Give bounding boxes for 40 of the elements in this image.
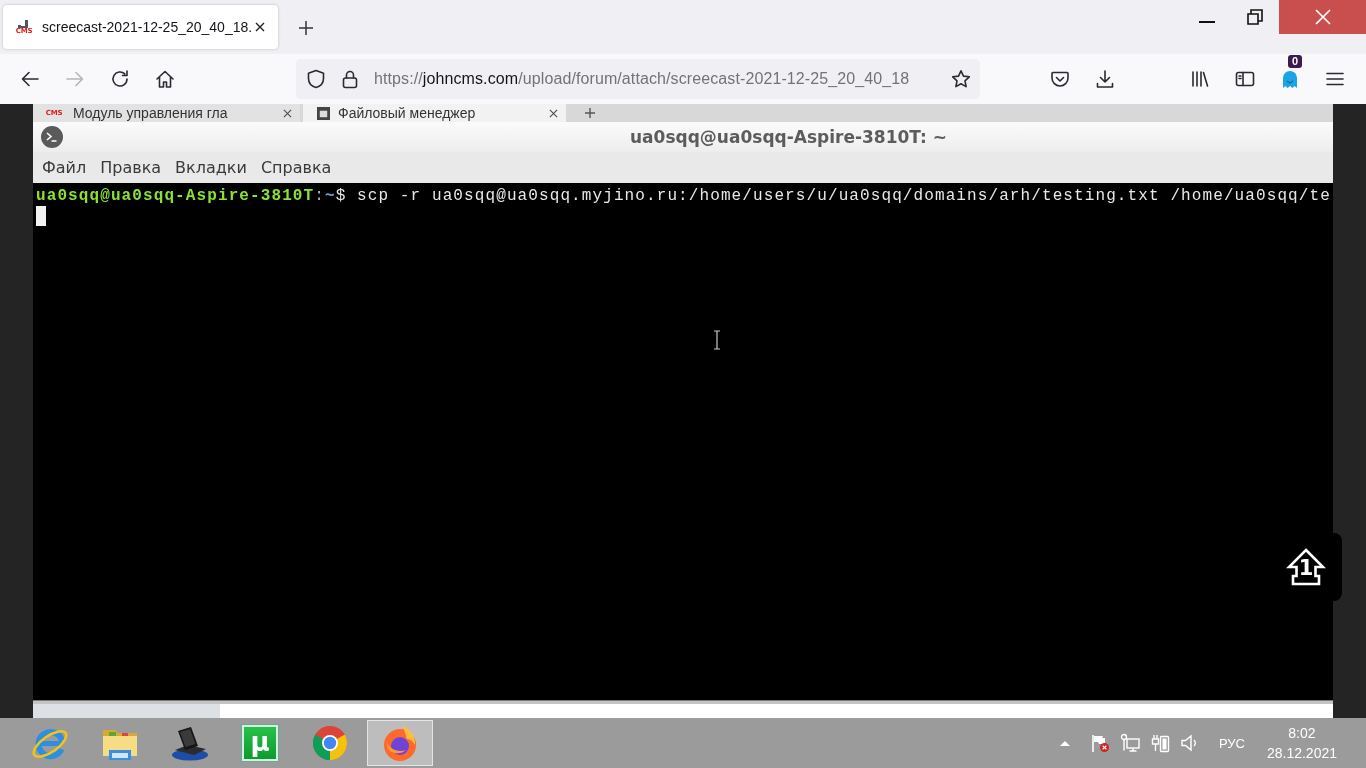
close-icon[interactable] (549, 108, 558, 118)
sidebar-icon[interactable] (1235, 69, 1255, 89)
menu-item[interactable]: Справка (260, 158, 332, 177)
lock-icon[interactable] (340, 69, 360, 89)
reload-icon[interactable] (110, 69, 130, 89)
menu-item[interactable]: Вкладки (175, 158, 247, 177)
url-text[interactable]: https://johncms.com/upload/forum/attach/screecast-2021-12-25_20_40_18 (374, 70, 937, 88)
block-cursor-icon (36, 206, 46, 226)
close-icon[interactable] (254, 21, 266, 33)
chevron-up-icon[interactable] (1058, 739, 1071, 747)
up-arrow-icon (1286, 547, 1326, 587)
books-icon[interactable] (1190, 69, 1210, 89)
menu-item[interactable]: Файл (42, 158, 87, 177)
close-icon (1314, 9, 1331, 25)
inner-tab[interactable]: Файловый менеджер (303, 104, 566, 122)
plus-icon[interactable] (585, 108, 595, 118)
scrollbar-thumb[interactable] (33, 704, 220, 718)
command-line: ua0sqq@ua0sqq-Aspire-3810T:~$ scp -r ua0sqq@ua0sqq.myjino.ru:/home/users/u/ua0sqq/domains/arh/testing.txt /home/ua0sqq/te (36, 186, 1331, 206)
count-badge: 0 (1288, 55, 1303, 68)
plus-icon[interactable] (299, 21, 313, 35)
terminal-icon (41, 126, 63, 148)
network-icon[interactable] (1119, 733, 1140, 753)
window-icon (317, 106, 330, 120)
window-title: ua0sqq@ua0sqq-Aspire-3810T: ~ (630, 127, 947, 147)
chevron-tray-icon[interactable] (1050, 69, 1070, 89)
battery-icon[interactable] (1149, 733, 1170, 753)
taskbar-button[interactable] (367, 720, 433, 766)
shield-icon[interactable] (306, 69, 326, 89)
address-bar[interactable]: https://johncms.com/upload/forum/attach/screecast-2021-12-25_20_40_18 (296, 59, 980, 99)
flag-icon[interactable] (1089, 733, 1110, 753)
restore-icon (1247, 9, 1263, 25)
star-icon[interactable] (951, 69, 971, 89)
download-icon[interactable] (1095, 69, 1115, 89)
menu-item[interactable]: Правка (100, 158, 162, 177)
ghost-icon[interactable] (1280, 69, 1300, 89)
back-arrow-icon[interactable] (20, 69, 40, 89)
circle-logo-icon (310, 723, 350, 763)
minimize-icon (1199, 21, 1215, 23)
home-icon[interactable] (155, 69, 175, 89)
text-cursor-icon (713, 330, 721, 350)
